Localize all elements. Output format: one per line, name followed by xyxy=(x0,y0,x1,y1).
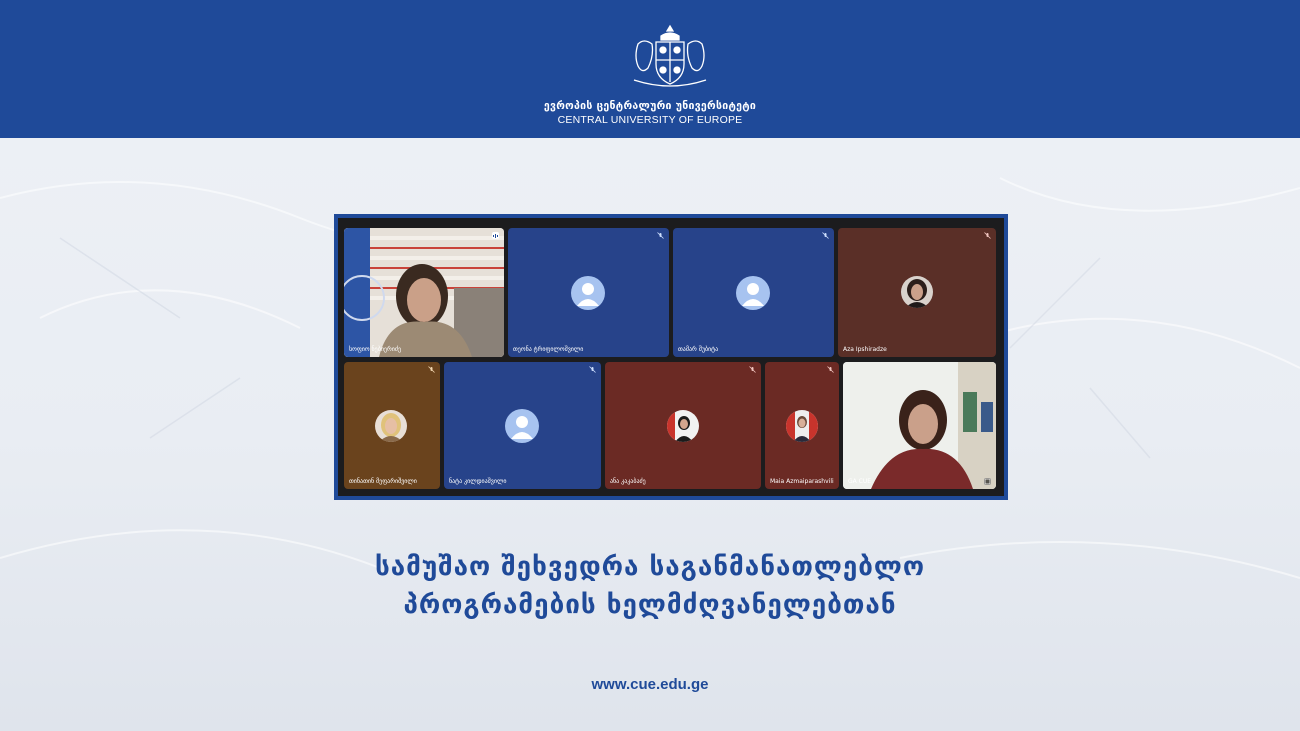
participant-name: ნატა კილდიაშვილი xyxy=(449,478,507,485)
muted-icon xyxy=(822,232,829,239)
participant-name: თინათინ მეფარიშვილი xyxy=(349,478,417,485)
profile-photo xyxy=(667,410,699,442)
muted-icon xyxy=(827,366,834,373)
profile-photo xyxy=(786,410,818,442)
muted-icon xyxy=(657,232,664,239)
participant-tile-avatar[interactable]: თეონა ტრიფილოშვილი xyxy=(508,228,669,357)
university-name-ka: ევროპის ცენტრალური უნივერსიტეტი xyxy=(543,100,757,112)
page-title-line-1: სამუშაო შეხვედრა საგანმანათლებლო xyxy=(374,552,926,582)
muted-icon xyxy=(984,232,991,239)
profile-photo xyxy=(375,410,407,442)
participant-video-icon xyxy=(344,228,504,357)
participant-name: თეონა ტრიფილოშვილი xyxy=(513,346,584,353)
university-name-en: CENTRAL UNIVERSITY OF EUROPE xyxy=(557,114,743,126)
speaking-icon xyxy=(492,232,499,239)
header-banner: ევროპის ცენტრალური უნივერსიტეტი CENTRAL … xyxy=(0,0,1300,138)
participant-name: სოფიო ნებიერიძე xyxy=(349,346,402,353)
default-avatar-icon xyxy=(505,409,539,443)
participant-name: Maia Azmaiparashvili xyxy=(770,478,834,485)
participant-tile-photo[interactable]: ანა კაკაბაძე xyxy=(605,362,761,489)
default-avatar-icon xyxy=(736,276,770,310)
profile-photo xyxy=(901,276,933,308)
crest-logo-icon xyxy=(633,24,707,87)
muted-icon xyxy=(749,366,756,373)
participant-tile-avatar[interactable]: ნატა კილდიაშვილი xyxy=(444,362,601,489)
participant-name: Aza Ipshiradze xyxy=(843,346,887,353)
page-title-line-2: პროგრამების ხელმძღვანელებთან xyxy=(403,590,897,620)
pin-icon[interactable] xyxy=(984,478,991,485)
participant-tile-video[interactable]: სოფიო ნებიერიძე xyxy=(344,228,504,357)
participant-name: თამარ შუბიტა xyxy=(678,346,719,353)
website-link[interactable]: www.cue.edu.ge xyxy=(0,676,1300,693)
participant-tile-avatar[interactable]: თამარ შუბიტა xyxy=(673,228,834,357)
muted-icon xyxy=(428,366,435,373)
participant-name: GA CUE xyxy=(848,478,872,485)
participant-tile-photo[interactable]: თინათინ მეფარიშვილი xyxy=(344,362,440,489)
muted-icon xyxy=(589,366,596,373)
participant-video-icon xyxy=(843,362,996,489)
participant-tile-video[interactable]: GA CUE xyxy=(843,362,996,489)
default-avatar-icon xyxy=(571,276,605,310)
participant-tile-photo[interactable]: Maia Azmaiparashvili xyxy=(765,362,839,489)
participant-name: ანა კაკაბაძე xyxy=(610,478,646,485)
participant-tile-photo[interactable]: Aza Ipshiradze xyxy=(838,228,996,357)
